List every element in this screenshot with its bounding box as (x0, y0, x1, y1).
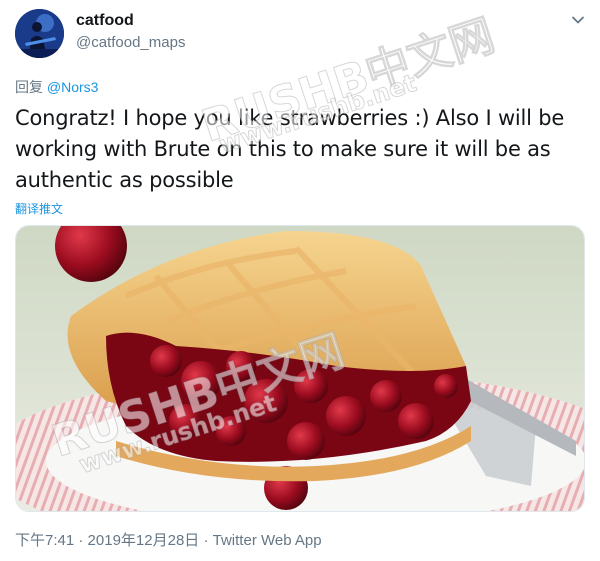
avatar[interactable] (15, 9, 64, 58)
reply-context: 回复 @Nors3 (15, 77, 98, 97)
tweet-source-link[interactable]: Twitter Web App (213, 532, 322, 549)
tweet-card: catfood @catfood_maps 回复 @Nors3 Congratz… (0, 0, 600, 561)
chevron-down-icon[interactable] (570, 12, 586, 28)
translate-tweet-link[interactable]: 翻译推文 (15, 200, 63, 217)
tweet-time[interactable]: 下午7:41 (15, 532, 74, 549)
reply-prefix: 回复 (15, 79, 47, 95)
user-handle[interactable]: @catfood_maps (76, 34, 185, 51)
avatar-image-icon (15, 9, 64, 58)
tweet-photo[interactable] (15, 225, 585, 512)
display-name[interactable]: catfood (76, 12, 134, 30)
tweet-metadata: 下午7:41 · 2019年12月28日 · Twitter Web App (15, 529, 322, 550)
meta-separator: · (74, 532, 88, 549)
reply-mention-link[interactable]: @Nors3 (47, 79, 99, 95)
tweet-date[interactable]: 2019年12月28日 (88, 532, 200, 549)
cherry-pie-photo-icon (16, 226, 584, 511)
tweet-text: Congratz! I hope you like strawberries :… (15, 106, 565, 192)
meta-separator: · (199, 532, 213, 549)
